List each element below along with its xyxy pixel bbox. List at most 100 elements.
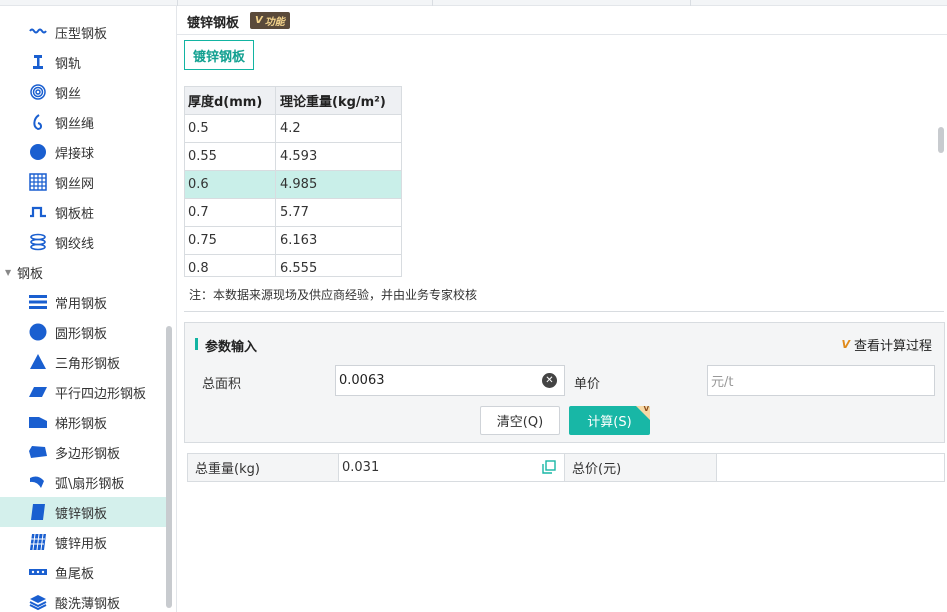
sidebar-item-label: 多边形钢板 — [55, 446, 121, 462]
vip-corner-icon: V — [643, 406, 649, 413]
sidebar-item-label: 三角形钢板 — [55, 356, 121, 372]
sidebar-item-label: 弧\扇形钢板 — [55, 476, 125, 492]
sidebar-item-label: 鱼尾板 — [55, 566, 95, 582]
clear-button[interactable]: 清空(Q) — [480, 406, 560, 435]
column-header-weight: 理论重量(kg/m²) — [280, 95, 386, 110]
sidebar-item[interactable]: 钢丝绳 — [0, 107, 166, 137]
weight-table: 厚度d(mm) 理论重量(kg/m²) 0.5 4.2 0.55 4.593 0.6 4.… — [184, 86, 402, 277]
unit-price-label: 单价 — [574, 377, 601, 392]
sidebar-item[interactable]: 镀锌钢板 — [0, 497, 166, 527]
sidebar-item[interactable]: 酸洗薄钢板 — [0, 587, 166, 612]
sidebar-item[interactable]: 三角形钢板 — [0, 347, 166, 377]
main-scrollbar[interactable] — [938, 127, 944, 153]
sidebar-item[interactable]: 圆形钢板 — [0, 317, 166, 347]
circle-plate-icon — [29, 323, 47, 341]
total-price-label: 总价(元) — [565, 454, 717, 481]
sidebar: 压型钢板钢轨钢丝钢丝绳焊接球钢丝网钢板桩 钢绞线 ▼ 钢板 常用钢板圆形钢板三角形… — [0, 6, 177, 612]
sidebar-item[interactable]: 钢轨 — [0, 47, 166, 77]
corrugated-wave-icon — [29, 23, 47, 41]
total-weight-label: 总重量(kg) — [188, 454, 339, 481]
triangle-plate-icon — [29, 353, 47, 371]
rail-icon — [29, 53, 47, 71]
sidebar-item[interactable]: 平行四边形钢板 — [0, 377, 166, 407]
table-row[interactable]: 0.55 4.593 — [185, 143, 401, 171]
sidebar-group-label: 钢板 — [17, 266, 44, 282]
sidebar-item-label: 钢丝绳 — [55, 116, 95, 132]
sidebar-item[interactable]: 钢绞线 — [0, 227, 166, 257]
caret-down-icon: ▼ — [5, 267, 12, 277]
page-title: 镀锌钢板 — [187, 16, 240, 31]
parameter-panel: 参数输入 V 查看计算过程 总面积 0.0063 ✕ 单价 元/t 清空(Q) … — [184, 322, 945, 443]
wire-coil-icon — [29, 83, 47, 101]
copy-icon[interactable] — [542, 460, 556, 474]
sidebar-group-steel-plate[interactable]: ▼ 钢板 — [0, 257, 166, 287]
weight-cell: 4.2 — [280, 121, 301, 136]
sidebar-item[interactable]: 弧\扇形钢板 — [0, 467, 166, 497]
wire-rope-icon — [29, 113, 47, 131]
calculate-button[interactable]: 计算(S) V — [569, 406, 650, 435]
sidebar-item-label: 钢丝网 — [55, 176, 95, 192]
weight-cell: 6.163 — [280, 233, 318, 248]
sidebar-item-label: 焊接球 — [55, 146, 95, 162]
total-price-value — [717, 454, 944, 481]
sidebar-item[interactable]: 钢丝 — [0, 77, 166, 107]
result-row: 总重量(kg) 0.031 总价(元) — [187, 453, 945, 482]
tab-galvanized-plate[interactable]: 镀锌钢板 — [184, 40, 254, 70]
total-weight-value: 0.031 — [339, 454, 565, 481]
sidebar-item[interactable]: 梯形钢板 — [0, 407, 166, 437]
ball-icon — [29, 143, 47, 161]
sidebar-item[interactable]: 钢丝网 — [0, 167, 166, 197]
sidebar-item-label: 钢丝 — [55, 86, 82, 102]
pickled-sheet-icon — [29, 593, 47, 611]
galvanized-plate-icon — [29, 503, 47, 521]
sidebar-item-label: 压型钢板 — [55, 26, 108, 42]
thickness-cell: 0.8 — [185, 255, 276, 276]
weight-cell: 6.555 — [280, 261, 318, 276]
mesh-icon — [29, 173, 47, 191]
data-source-note: 注：本数据来源现场及供应商经验，并由业务专家校核 — [189, 288, 478, 302]
function-badge: V 功能 — [250, 12, 290, 29]
trapezoid-plate-icon — [29, 413, 47, 431]
sidebar-item[interactable]: 钢板桩 — [0, 197, 166, 227]
sidebar-item[interactable]: 焊接球 — [0, 137, 166, 167]
sector-plate-icon — [29, 473, 47, 491]
table-row[interactable]: 0.6 4.985 — [185, 171, 401, 199]
sidebar-item-label: 镀锌钢板 — [55, 506, 108, 522]
stacked-plates-icon — [29, 293, 47, 311]
parallelogram-plate-icon — [29, 383, 47, 401]
unit-price-input[interactable]: 元/t — [707, 365, 935, 396]
view-process-link[interactable]: V 查看计算过程 — [841, 335, 932, 354]
column-header-thickness: 厚度d(mm) — [185, 87, 276, 114]
sidebar-item-label: 酸洗薄钢板 — [55, 596, 121, 612]
sidebar-item[interactable]: 多边形钢板 — [0, 437, 166, 467]
weight-cell: 4.985 — [280, 177, 318, 192]
thickness-cell: 0.6 — [185, 171, 276, 198]
sidebar-item[interactable]: 镀锌用板 — [0, 527, 166, 557]
area-label: 总面积 — [202, 377, 242, 392]
table-row[interactable]: 0.7 5.77 — [185, 199, 401, 227]
weight-cell: 5.77 — [280, 205, 309, 220]
thickness-cell: 0.75 — [185, 227, 276, 254]
thickness-cell: 0.5 — [185, 115, 276, 142]
clear-input-icon[interactable]: ✕ — [542, 373, 557, 388]
sheet-pile-icon — [29, 203, 47, 221]
table-header: 厚度d(mm) 理论重量(kg/m²) — [185, 87, 401, 115]
sidebar-item-label: 圆形钢板 — [55, 326, 108, 342]
sidebar-item[interactable]: 常用钢板 — [0, 287, 166, 317]
thickness-cell: 0.7 — [185, 199, 276, 226]
area-input[interactable]: 0.0063 ✕ — [335, 365, 565, 396]
sidebar-item-label: 常用钢板 — [55, 296, 108, 312]
weight-cell: 4.593 — [280, 149, 318, 164]
table-row[interactable]: 0.75 6.163 — [185, 227, 401, 255]
table-row[interactable]: 0.8 6.555 — [185, 255, 401, 276]
sidebar-item-label: 梯形钢板 — [55, 416, 108, 432]
thickness-cell: 0.55 — [185, 143, 276, 170]
table-row[interactable]: 0.5 4.2 — [185, 115, 401, 143]
sidebar-item[interactable]: 鱼尾板 — [0, 557, 166, 587]
strand-icon — [29, 233, 47, 251]
sidebar-item-label: 钢轨 — [55, 56, 82, 72]
vip-icon: V — [841, 338, 850, 351]
sidebar-item[interactable]: 压型钢板 — [0, 17, 166, 47]
sidebar-item-label: 平行四边形钢板 — [55, 386, 147, 402]
sidebar-scrollbar[interactable] — [166, 326, 172, 608]
